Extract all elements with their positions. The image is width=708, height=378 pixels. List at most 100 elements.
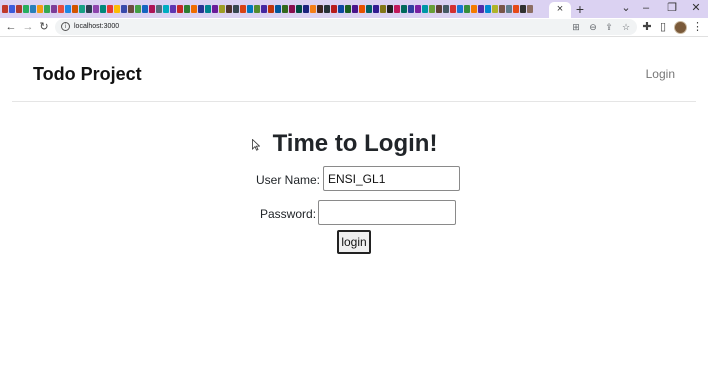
tab-favicon-icon[interactable] <box>310 5 316 13</box>
tab-favicon-icon[interactable] <box>527 5 533 13</box>
tab-favicon-icon[interactable] <box>163 5 169 13</box>
login-button[interactable]: login <box>337 230 371 254</box>
tab-favicon-icon[interactable] <box>72 5 78 13</box>
tab-favicon-icon[interactable] <box>436 5 442 13</box>
tab-favicon-icon[interactable] <box>247 5 253 13</box>
share-icon[interactable]: ⇪ <box>602 19 616 35</box>
tab-favicon-icon[interactable] <box>23 5 29 13</box>
tab-favicon-icon[interactable] <box>170 5 176 13</box>
tab-favicon-icon[interactable] <box>408 5 414 13</box>
tab-favicon-icon[interactable] <box>121 5 127 13</box>
tab-favicon-icon[interactable] <box>471 5 477 13</box>
tab-close-icon[interactable]: × <box>555 2 565 16</box>
password-input[interactable] <box>318 200 456 225</box>
tab-favicon-icon[interactable] <box>443 5 449 13</box>
tab-favicon-icon[interactable] <box>520 5 526 13</box>
tab-favicon-icon[interactable] <box>212 5 218 13</box>
tab-favicon-icon[interactable] <box>86 5 92 13</box>
tab-favicon-icon[interactable] <box>156 5 162 13</box>
tab-favicon-icon[interactable] <box>331 5 337 13</box>
close-window-button[interactable]: ✕ <box>686 0 706 18</box>
tab-favicon-icon[interactable] <box>513 5 519 13</box>
tab-favicon-icon[interactable] <box>240 5 246 13</box>
tab-favicon-icon[interactable] <box>345 5 351 13</box>
tab-favicon-icon[interactable] <box>100 5 106 13</box>
tab-favicon-icon[interactable] <box>492 5 498 13</box>
tab-favicon-icon[interactable] <box>114 5 120 13</box>
tab-favicon-icon[interactable] <box>289 5 295 13</box>
tab-favicon-icon[interactable] <box>464 5 470 13</box>
tab-favicon-icon[interactable] <box>226 5 232 13</box>
tab-favicon-icon[interactable] <box>415 5 421 13</box>
tab-favicon-icon[interactable] <box>107 5 113 13</box>
tab-favicon-icon[interactable] <box>450 5 456 13</box>
tab-favicon-icon[interactable] <box>457 5 463 13</box>
tab-favicon-icon[interactable] <box>177 5 183 13</box>
tab-favicon-icon[interactable] <box>149 5 155 13</box>
tab-favicon-icon[interactable] <box>16 5 22 13</box>
address-bar[interactable]: i localhost:3000 ⊞ ⊖ ⇪ ☆ <box>55 19 637 35</box>
tab-favicon-icon[interactable] <box>261 5 267 13</box>
tab-favicon-icon[interactable] <box>338 5 344 13</box>
browser-menu-icon[interactable]: ⋮ <box>692 19 703 35</box>
zoom-icon[interactable]: ⊖ <box>586 19 600 35</box>
tab-favicon-icon[interactable] <box>317 5 323 13</box>
tab-favicon-icon[interactable] <box>324 5 330 13</box>
tab-favicon-icon[interactable] <box>422 5 428 13</box>
tab-favicon-icon[interactable] <box>485 5 491 13</box>
tab-favicon-icon[interactable] <box>268 5 274 13</box>
tab-favicon-icon[interactable] <box>93 5 99 13</box>
username-input[interactable] <box>323 166 460 191</box>
tab-favicon-icon[interactable] <box>2 5 8 13</box>
tab-favicon-icon[interactable] <box>373 5 379 13</box>
restore-button[interactable]: ❐ <box>662 0 682 18</box>
tab-favicon-icon[interactable] <box>303 5 309 13</box>
tab-search-dropdown-icon[interactable]: ⌄ <box>616 0 636 18</box>
bookmark-star-icon[interactable]: ☆ <box>619 19 633 35</box>
tab-favicon-icon[interactable] <box>254 5 260 13</box>
url-text[interactable]: localhost:3000 <box>74 19 119 35</box>
tab-favicon-icon[interactable] <box>366 5 372 13</box>
tab-favicon-icon[interactable] <box>233 5 239 13</box>
install-app-icon[interactable]: ⊞ <box>569 19 583 35</box>
tab-favicon-icon[interactable] <box>499 5 505 13</box>
tab-favicon-icon[interactable] <box>65 5 71 13</box>
brand-title[interactable]: Todo Project <box>33 64 142 85</box>
back-arrow-icon[interactable]: ← <box>3 19 19 35</box>
tab-favicon-icon[interactable] <box>394 5 400 13</box>
tab-favicon-icon[interactable] <box>205 5 211 13</box>
tab-favicon-icon[interactable] <box>282 5 288 13</box>
tab-favicon-icon[interactable] <box>380 5 386 13</box>
tab-favicon-icon[interactable] <box>9 5 15 13</box>
tab-favicon-icon[interactable] <box>191 5 197 13</box>
tab-favicon-icon[interactable] <box>352 5 358 13</box>
tab-favicon-icon[interactable] <box>58 5 64 13</box>
tab-favicon-icon[interactable] <box>219 5 225 13</box>
new-tab-button[interactable]: + <box>573 1 587 17</box>
tab-favicon-icon[interactable] <box>184 5 190 13</box>
tab-favicon-icon[interactable] <box>506 5 512 13</box>
forward-arrow-icon[interactable]: → <box>20 19 36 35</box>
nav-login-link[interactable]: Login <box>646 66 675 82</box>
tab-favicon-icon[interactable] <box>79 5 85 13</box>
tab-favicon-icon[interactable] <box>429 5 435 13</box>
profile-avatar[interactable] <box>674 21 687 34</box>
extensions-puzzle-icon[interactable]: ✚ <box>639 19 655 35</box>
tab-favicon-icon[interactable] <box>296 5 302 13</box>
tab-favicon-icon[interactable] <box>128 5 134 13</box>
tab-favicon-icon[interactable] <box>275 5 281 13</box>
tab-favicon-icon[interactable] <box>44 5 50 13</box>
tab-favicon-icon[interactable] <box>387 5 393 13</box>
reload-icon[interactable]: ↻ <box>36 19 52 35</box>
tab-favicon-icon[interactable] <box>198 5 204 13</box>
tab-favicon-icon[interactable] <box>135 5 141 13</box>
site-info-icon[interactable]: i <box>61 22 70 31</box>
minimize-button[interactable]: – <box>636 0 656 18</box>
tab-favicon-icon[interactable] <box>37 5 43 13</box>
tab-favicon-icon[interactable] <box>142 5 148 13</box>
tab-favicon-icon[interactable] <box>30 5 36 13</box>
side-panel-icon[interactable]: ▯ <box>655 19 671 35</box>
tab-favicon-icon[interactable] <box>401 5 407 13</box>
tab-favicon-icon[interactable] <box>478 5 484 13</box>
tab-favicon-icon[interactable] <box>359 5 365 13</box>
